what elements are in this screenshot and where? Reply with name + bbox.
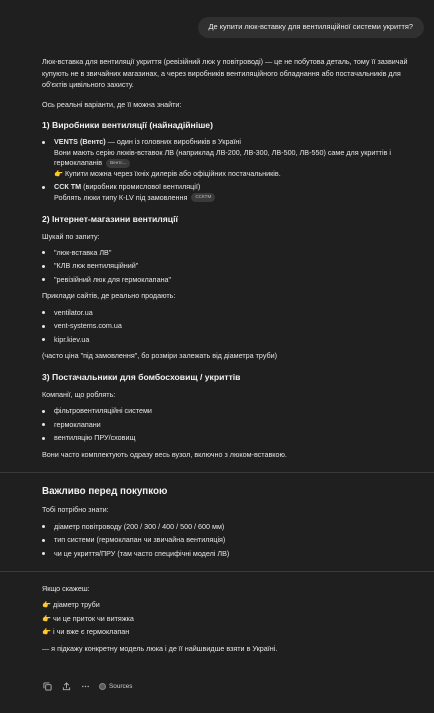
more-icon[interactable] [80, 681, 91, 692]
pointing-hand-icon: 👉 [42, 613, 51, 623]
vents-tip: Купити можна через їхніх дилерів або офі… [65, 168, 281, 178]
list-item: 👉 чи це приток чи витяжка [42, 614, 418, 624]
sites-label: Приклади сайтів, де реально продають: [42, 291, 176, 301]
search-label: Шукай по запиту: [42, 231, 100, 241]
section-manufacturers: 1) Виробники вентиляції (найнадійніше) V… [42, 119, 418, 203]
citation-chip[interactable]: Вентс... [106, 159, 131, 168]
list-item: VENTS (Вентс) — один із головних виробни… [42, 137, 418, 179]
list-item: чи це укриття/ПРУ (там часто специфічні … [42, 549, 418, 559]
section-title: 2) Інтернет-магазини вентиляції [42, 214, 178, 225]
vents-desc: Вони мають серію люків-вставок ЛВ (напри… [54, 147, 391, 168]
outro-item-text: чи це приток чи витяжка [53, 613, 134, 623]
message-action-bar: Sources [42, 681, 132, 692]
pointing-hand-icon: 👉 [42, 600, 51, 610]
section-important: Важливо перед покупкою Тобі потрібно зна… [42, 485, 418, 559]
copy-icon[interactable] [42, 681, 53, 692]
closing-text: — я підкажу конкретну модель люка і де ї… [42, 643, 278, 653]
list-item: "ревізійний люк для гермоклапана" [42, 275, 418, 285]
section-title: 1) Виробники вентиляції (найнадійніше) [42, 119, 213, 130]
list-item: kipr.kiev.ua [42, 335, 418, 345]
section-title: 3) Постачальники для бомбосховищ / укрит… [42, 372, 241, 383]
price-note: (часто ціна "під замовлення", бо розміри… [42, 351, 278, 361]
section-outro: Якщо скажеш: 👉 діаметр труби 👉 чи це прито… [42, 584, 418, 654]
divider [0, 472, 434, 474]
outro-item-text: діаметр труби [53, 600, 100, 610]
vents-name: VENTS (Вентс) [54, 137, 106, 147]
companies-label: Компанії, що роблять: [42, 389, 116, 399]
list-item: ССК ТМ (виробник промислової вентиляції)… [42, 182, 418, 203]
list-item: вентиляцію ПРУ/сховищ [42, 433, 418, 443]
lead-text: Ось реальні варіанти, де її можна знайти… [42, 99, 182, 109]
cck-text: (виробник промислової вентиляції) [81, 182, 201, 192]
divider [0, 571, 434, 573]
user-message-bubble: Де купити люк-вставку для вентиляційної … [197, 17, 424, 38]
list-item: 👉 і чи вже є гермоклапан [42, 627, 418, 637]
list-item: діаметр повітроводу (200 / 300 / 400 / 5… [42, 522, 418, 532]
list-item: гермоклапани [42, 420, 418, 430]
section-online-shops: 2) Інтернет-магазини вентиляції Шукай по… [42, 213, 418, 361]
list-item: фільтровентиляційні системи [42, 406, 418, 416]
list-item: "люк-вставка ЛВ" [42, 248, 418, 258]
list-item: vent-systems.com.ua [42, 321, 418, 331]
important-label: Тобі потрібно знати: [42, 505, 109, 515]
outro-item-text: і чи вже є гермоклапан [53, 627, 130, 637]
intro-paragraph: Люк-вставка для вентиляції укриття (реві… [42, 57, 408, 90]
vents-text: — один із головних виробників в Україні [105, 137, 242, 147]
outro-label: Якщо скажеш: [42, 584, 90, 594]
sources-button[interactable]: Sources [99, 682, 132, 691]
source-favicon-icon [99, 683, 106, 690]
share-icon[interactable] [61, 681, 72, 692]
cck-name: ССК ТМ [54, 182, 82, 192]
list-item: ventilator.ua [42, 308, 418, 318]
cck-desc: Роблять люки типу К-LV під замовлення [54, 192, 188, 202]
citation-chip[interactable]: ССКТМ [191, 193, 216, 203]
sources-label: Sources [109, 682, 133, 690]
section-shelter-suppliers: 3) Постачальники для бомбосховищ / укрит… [42, 371, 418, 460]
pointing-hand-icon: 👉 [54, 168, 63, 178]
supplier-note: Вони часто комплектують одразу весь вузо… [42, 449, 287, 459]
list-item: тип системи (гермоклапан чи звичайна вен… [42, 535, 418, 545]
list-item: "КЛВ люк вентиляційний" [42, 261, 418, 271]
list-item: 👉 діаметр труби [42, 600, 418, 610]
pointing-hand-icon: 👉 [42, 627, 51, 637]
assistant-answer: Люк-вставка для вентиляції укриття (реві… [0, 56, 434, 664]
section-title: Важливо перед покупкою [42, 486, 168, 498]
